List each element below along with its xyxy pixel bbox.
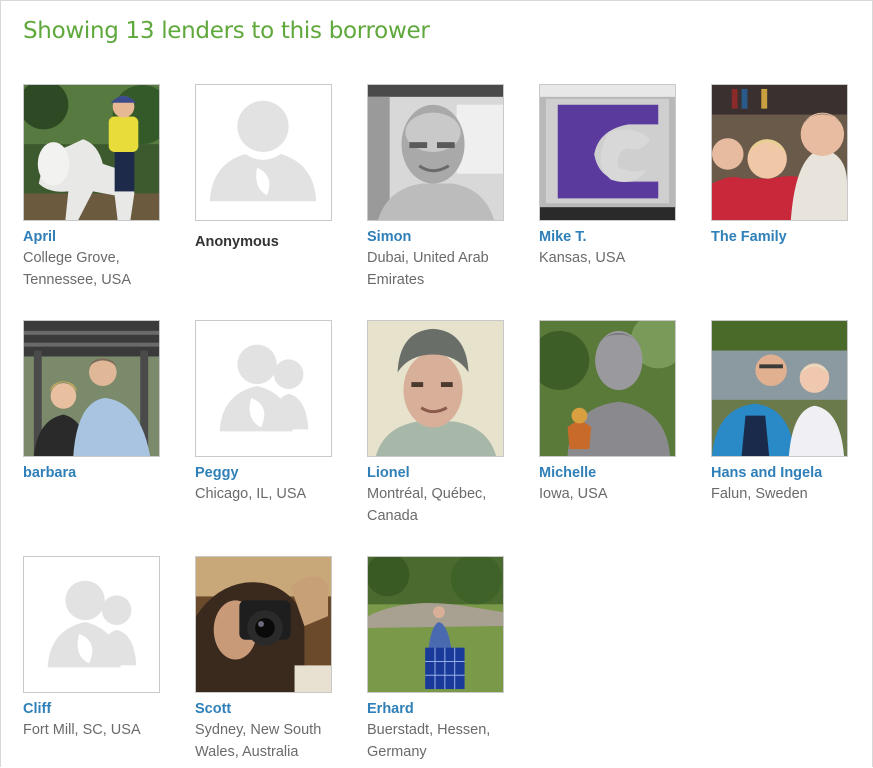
lender-card-anonymous[interactable]: Anonymous (195, 84, 345, 252)
lender-card-lionel[interactable]: Lionel Montréal, Québec, Canada (367, 320, 517, 527)
lender-location: Chicago, IL, USA (195, 486, 307, 502)
lender-location: Buerstadt, Hessen, Germany (367, 722, 491, 760)
lender-name[interactable]: Simon (367, 228, 517, 246)
lender-name[interactable]: Mike T. (539, 228, 689, 246)
lender-name: Anonymous (195, 234, 279, 250)
lender-location: Dubai, United Arab Emirates (367, 250, 489, 288)
lender-card-mike-t[interactable]: Mike T. Kansas, USA (539, 84, 689, 269)
lender-name[interactable]: Erhard (367, 700, 517, 718)
camera-selfie-photo[interactable] (195, 556, 332, 693)
group-placeholder-icon[interactable] (195, 320, 332, 457)
couple-river-photo[interactable] (711, 320, 848, 457)
lender-location: Iowa, USA (539, 486, 608, 502)
lender-card-simon[interactable]: Simon Dubai, United Arab Emirates (367, 84, 517, 291)
lender-card-peggy[interactable]: Peggy Chicago, IL, USA (195, 320, 345, 505)
lender-location: College Grove, Tennessee, USA (23, 250, 132, 288)
solar-panel-photo[interactable] (367, 556, 504, 693)
lender-name[interactable]: barbara (23, 464, 173, 482)
lender-name[interactable]: Scott (195, 700, 345, 718)
section-heading: Showing 13 lenders to this borrower (23, 18, 430, 44)
lender-location: Kansas, USA (539, 250, 626, 266)
lender-location: Sydney, New South Wales, Australia (195, 722, 322, 760)
lender-name[interactable]: Michelle (539, 464, 689, 482)
lender-name[interactable]: Hans and Ingela (711, 464, 861, 482)
lender-location: Falun, Sweden (711, 486, 808, 502)
lender-name[interactable]: The Family (711, 228, 861, 246)
lender-name[interactable]: Cliff (23, 700, 173, 718)
lender-card-barbara[interactable]: barbara (23, 320, 173, 483)
horse-rider-photo[interactable] (23, 84, 160, 221)
lender-card-april[interactable]: April College Grove, Tennessee, USA (23, 84, 173, 291)
lender-location: Montréal, Québec, Canada (367, 486, 487, 524)
lender-location: Fort Mill, SC, USA (23, 722, 141, 738)
anonymous-person-icon (195, 84, 332, 221)
group-placeholder-icon[interactable] (23, 556, 160, 693)
kansas-state-logo-photo[interactable] (539, 84, 676, 221)
lender-name[interactable]: April (23, 228, 173, 246)
lender-card-erhard[interactable]: Erhard Buerstadt, Hessen, Germany (367, 556, 517, 763)
lender-card-scott[interactable]: Scott Sydney, New South Wales, Australia (195, 556, 345, 763)
man-beanie-photo[interactable] (367, 320, 504, 457)
buddha-statue-photo[interactable] (539, 320, 676, 457)
couple-pergola-photo[interactable] (23, 320, 160, 457)
family-photo[interactable] (711, 84, 848, 221)
lender-card-the-family[interactable]: The Family (711, 84, 861, 247)
lender-name[interactable]: Peggy (195, 464, 345, 482)
lender-name[interactable]: Lionel (367, 464, 517, 482)
lender-card-michelle[interactable]: Michelle Iowa, USA (539, 320, 689, 505)
lender-card-cliff[interactable]: Cliff Fort Mill, SC, USA (23, 556, 173, 741)
lender-card-hans-and-ingela[interactable]: Hans and Ingela Falun, Sweden (711, 320, 861, 505)
man-portrait-photo[interactable] (367, 84, 504, 221)
